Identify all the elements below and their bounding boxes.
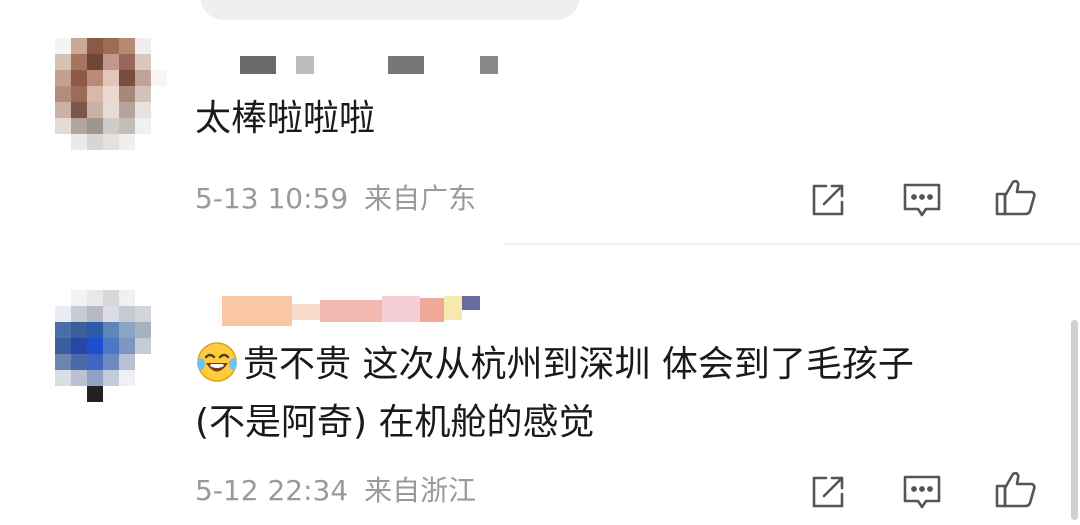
divider	[505, 243, 1080, 245]
reply-button[interactable]	[900, 178, 944, 222]
comment-time: 5-12 22:34	[195, 474, 349, 507]
avatar[interactable]	[55, 38, 167, 150]
share-button[interactable]	[806, 470, 850, 514]
like-button[interactable]	[994, 468, 1038, 512]
reply-icon	[903, 183, 941, 217]
comment-meta: 5-12 22:34 来自浙江	[195, 474, 476, 508]
laughing-tears-emoji	[197, 342, 237, 382]
share-icon	[812, 476, 844, 508]
comment-text-line2: (不是阿奇) 在机舱的感觉	[195, 402, 595, 443]
like-icon	[995, 179, 1036, 216]
comment-location: 来自浙江	[364, 474, 477, 507]
comment-text: 贵不贵 这次从杭州到深圳 体会到了毛孩子	[195, 336, 914, 394]
comment-time: 5-13 10:59	[195, 182, 349, 215]
reply-button[interactable]	[900, 470, 944, 514]
avatar[interactable]	[55, 290, 167, 402]
comment-text: 太棒啦啦啦	[195, 98, 376, 139]
like-button[interactable]	[994, 176, 1038, 220]
comment-text-line1: 贵不贵 这次从杭州到深圳 体会到了毛孩子	[243, 344, 914, 385]
like-icon	[995, 471, 1036, 508]
share-button[interactable]	[806, 178, 850, 222]
comment-location: 来自广东	[364, 182, 477, 215]
share-icon	[812, 184, 844, 216]
reply-icon	[903, 475, 941, 509]
comment-meta: 5-13 10:59 来自广东	[195, 182, 476, 216]
previous-comment-remnant	[200, 0, 580, 20]
scrollbar[interactable]	[1071, 320, 1078, 520]
